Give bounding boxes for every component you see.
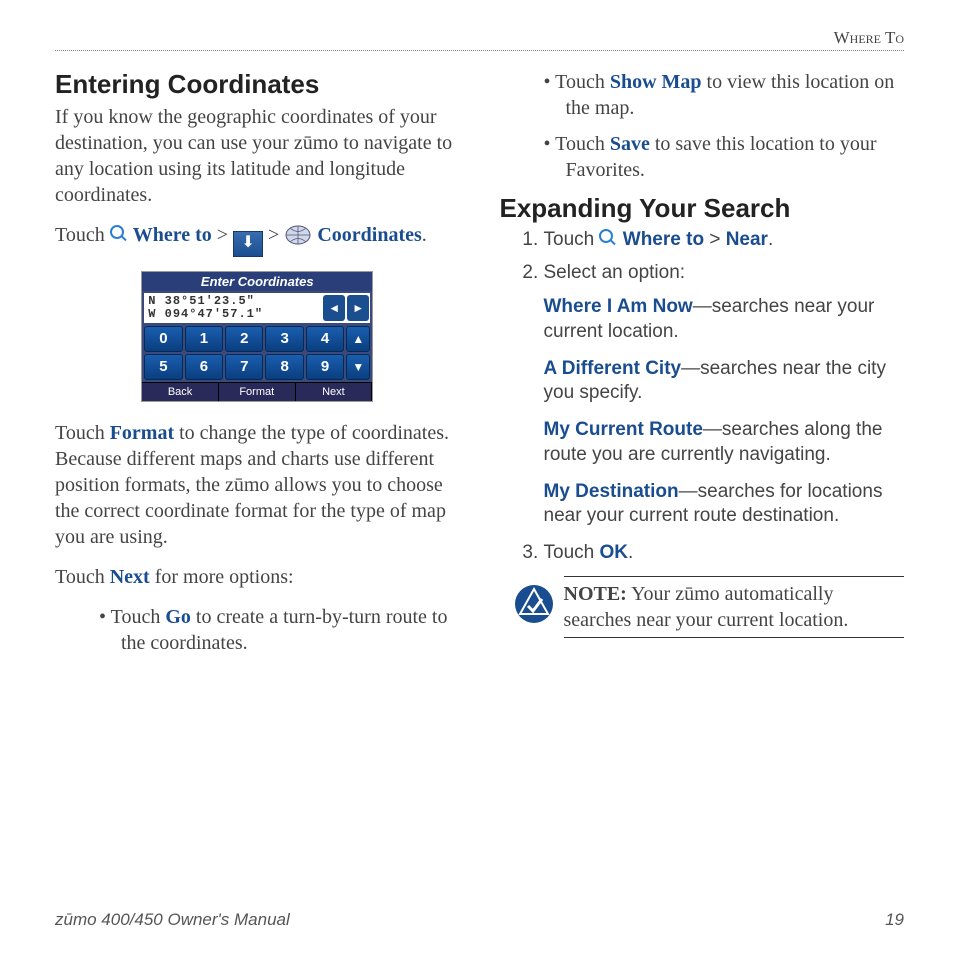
key-8[interactable]: 8	[265, 354, 303, 380]
key-9[interactable]: 9	[306, 354, 344, 380]
key-up[interactable]: ▲	[346, 326, 370, 352]
key-1[interactable]: 1	[185, 326, 223, 352]
cursor-right-button[interactable]: ►	[347, 295, 369, 321]
key-7[interactable]: 7	[225, 354, 263, 380]
key-0[interactable]: 0	[144, 326, 182, 352]
cursor-left-button[interactable]: ◄	[323, 295, 345, 321]
globe-grid-icon	[284, 223, 312, 247]
option-current-route: My Current Route—searches along the rout…	[544, 418, 905, 467]
bullet-show-map: Touch Show Map to view this location on …	[522, 69, 905, 121]
step-3: Touch OK.	[544, 541, 905, 566]
bullet-save: Touch Save to save this location to your…	[522, 131, 905, 183]
footer-manual-title: zūmo 400/450 Owner's Manual	[55, 910, 290, 930]
note-label: NOTE:	[564, 583, 627, 605]
page-number: 19	[885, 910, 904, 930]
key-3[interactable]: 3	[265, 326, 303, 352]
key-2[interactable]: 2	[225, 326, 263, 352]
down-arrow-icon: ⬇	[233, 231, 263, 257]
enter-coordinates-screenshot: Enter Coordinates N 38°51'23.5" W 094°47…	[141, 271, 373, 402]
key-4[interactable]: 4	[306, 326, 344, 352]
heading-entering-coordinates: Entering Coordinates	[55, 69, 460, 100]
running-head: Where To	[55, 28, 904, 51]
key-down[interactable]: ▼	[346, 354, 370, 380]
step-2: Select an option:	[544, 261, 905, 286]
device-back-button[interactable]: Back	[142, 382, 219, 401]
longitude-value: W 094°47'57.1"	[148, 308, 318, 321]
step-1: Touch Where to > Near.	[544, 228, 905, 253]
key-6[interactable]: 6	[185, 354, 223, 380]
breadcrumb-instruction: Touch Where to > ⬇ > Coordinates.	[55, 222, 460, 257]
heading-expanding-search: Expanding Your Search	[500, 193, 905, 224]
option-where-i-am: Where I Am Now—searches near your curren…	[544, 295, 905, 344]
device-format-button[interactable]: Format	[219, 382, 296, 401]
option-different-city: A Different City—searches near the city …	[544, 357, 905, 406]
note-box: NOTE: Your zūmo automatically searches n…	[514, 576, 905, 638]
magnify-icon	[110, 225, 128, 243]
magnify-icon	[599, 229, 617, 247]
device-title: Enter Coordinates	[142, 272, 372, 291]
checkmark-triangle-icon	[514, 584, 554, 624]
intro-paragraph: If you know the geographic coordinates o…	[55, 104, 460, 208]
bullet-go: Touch Go to create a turn-by-turn route …	[77, 604, 460, 656]
format-paragraph: Touch Format to change the type of coord…	[55, 420, 460, 550]
key-5[interactable]: 5	[144, 354, 182, 380]
device-next-button[interactable]: Next	[296, 382, 373, 401]
option-my-destination: My Destination—searches for locations ne…	[544, 480, 905, 529]
next-paragraph: Touch Next for more options:	[55, 564, 460, 590]
